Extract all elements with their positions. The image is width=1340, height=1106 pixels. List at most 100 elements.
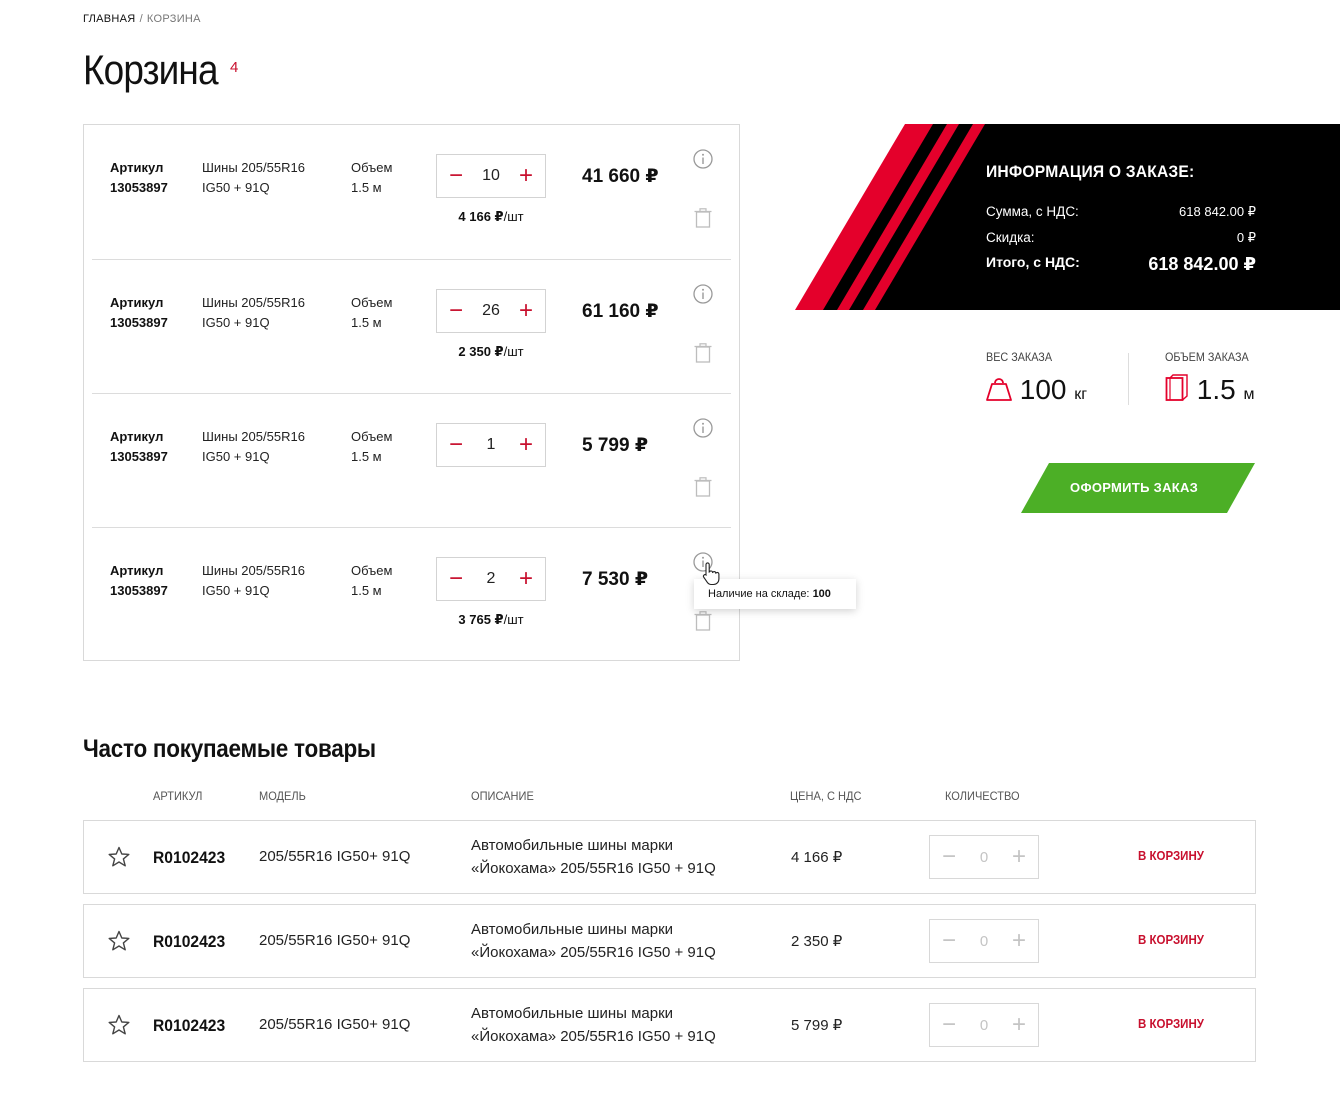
order-discount-row: Скидка: 0 ₽ [986, 230, 1256, 245]
product-price: 4 166 ₽ [791, 849, 843, 866]
item-volume: Объем 1.5 м [351, 295, 393, 330]
chevron-right-icon [1021, 463, 1029, 475]
checkout-label: ОФОРМИТЬ ЗАКАЗ [1070, 480, 1199, 495]
bag-weight-icon [986, 378, 1012, 401]
item-volume: Объем 1.5 м [351, 563, 393, 598]
header-quantity: КОЛИЧЕСТВО [945, 789, 1020, 803]
unit-price: 3 765 ₽/шт [458, 612, 524, 627]
minus-icon[interactable]: − [940, 845, 958, 869]
table-row: R0102423 205/55R16 IG50+ 91Q Автомобильн… [83, 988, 1256, 1062]
plus-icon[interactable]: + [1010, 845, 1028, 869]
minus-icon[interactable]: − [940, 1013, 958, 1037]
breadcrumb-current: КОРЗИНА [146, 13, 201, 25]
header-article: АРТИКУЛ [153, 789, 203, 803]
plus-icon[interactable]: + [517, 567, 535, 591]
quantity-value[interactable]: 26 [482, 302, 500, 320]
item-total: 41 660 ₽ [582, 166, 659, 187]
cart-item: Артикул 13053897 Шины 205/55R16 IG50 + 91Q… [92, 393, 731, 527]
order-volume-label: ОБЪЕМ ЗАКАЗА [1165, 350, 1249, 364]
order-sum-row: Сумма, с НДС: 618 842.00 ₽ [986, 204, 1256, 219]
item-name: Шины 205/55R16 IG50 + 91Q [202, 429, 305, 464]
plus-icon[interactable]: + [1010, 929, 1028, 953]
product-article: R0102423 [153, 932, 226, 951]
header-price: ЦЕНА, С НДС [790, 789, 862, 803]
breadcrumb: ГЛАВНАЯ / КОРЗИНА [83, 13, 201, 25]
item-article: Артикул 13053897 [110, 563, 168, 598]
page-title: Корзина [83, 46, 219, 93]
item-article: Артикул 13053897 [110, 160, 168, 195]
star-icon[interactable] [108, 930, 130, 952]
product-article: R0102423 [153, 1016, 226, 1035]
cart-item: Артикул 13053897 Шины 205/55R16 IG50 + 91Q… [92, 527, 731, 661]
info-icon[interactable] [693, 418, 713, 438]
pointer-cursor-icon [702, 562, 720, 586]
trash-icon[interactable] [694, 477, 712, 497]
item-volume: Объем 1.5 м [351, 160, 393, 195]
item-article: Артикул 13053897 [110, 295, 168, 330]
product-description: Автомобильные шины марки «Йокохама» 205/5… [471, 837, 716, 877]
minus-icon[interactable]: − [447, 299, 465, 323]
info-icon[interactable] [693, 149, 713, 169]
breadcrumb-separator: / [139, 13, 143, 25]
product-model: 205/55R16 IG50+ 91Q [259, 932, 411, 949]
order-weight-value: 100 [1019, 374, 1067, 405]
star-icon[interactable] [108, 846, 130, 868]
header-model: МОДЕЛЬ [259, 789, 306, 803]
trash-icon[interactable] [694, 611, 712, 631]
add-to-cart-button[interactable]: В КОРЗИНУ [1138, 1017, 1204, 1031]
minus-icon[interactable]: − [447, 164, 465, 188]
quantity-value[interactable]: 0 [980, 933, 988, 950]
item-volume: Объем 1.5 м [351, 429, 393, 464]
unit-price: 4 166 ₽/шт [458, 209, 524, 224]
product-model: 205/55R16 IG50+ 91Q [259, 848, 411, 865]
quantity-stepper: − 0 + [929, 835, 1039, 879]
item-name: Шины 205/55R16 IG50 + 91Q [202, 563, 305, 598]
order-stats: ВЕС ЗАКАЗА 100 кг ОБЪЕМ ЗАКАЗА 1.5 м [986, 350, 1256, 410]
order-info-title: ИНФОРМАЦИЯ О ЗАКАЗЕ: [986, 162, 1195, 181]
checkout-button[interactable]: ОФОРМИТЬ ЗАКАЗ [1021, 463, 1255, 513]
minus-icon[interactable]: − [940, 929, 958, 953]
item-name: Шины 205/55R16 IG50 + 91Q [202, 295, 305, 330]
stats-divider [1128, 353, 1129, 405]
order-volume-value: 1.5 [1196, 374, 1236, 405]
quantity-value[interactable]: 2 [487, 570, 496, 588]
product-model: 205/55R16 IG50+ 91Q [259, 1016, 411, 1033]
item-total: 5 799 ₽ [582, 435, 649, 456]
plus-icon[interactable]: + [517, 433, 535, 457]
info-icon[interactable] [693, 284, 713, 304]
order-info-panel: ИНФОРМАЦИЯ О ЗАКАЗЕ: Сумма, с НДС: 618 84… [795, 124, 1340, 310]
trash-icon[interactable] [694, 208, 712, 228]
header-description: ОПИСАНИЕ [471, 789, 534, 803]
quantity-value[interactable]: 1 [487, 436, 496, 454]
minus-icon[interactable]: − [447, 567, 465, 591]
quantity-value[interactable]: 0 [980, 849, 988, 866]
order-weight: ВЕС ЗАКАЗА 100 кг [986, 350, 1087, 405]
quantity-stepper: − 10 + [436, 154, 546, 198]
plus-icon[interactable]: + [1010, 1013, 1028, 1037]
breadcrumb-home-link[interactable]: ГЛАВНАЯ [83, 13, 136, 25]
plus-icon[interactable]: + [517, 164, 535, 188]
minus-icon[interactable]: − [447, 433, 465, 457]
quantity-value[interactable]: 10 [482, 167, 500, 185]
quantity-value[interactable]: 0 [980, 1017, 988, 1034]
add-to-cart-button[interactable]: В КОРЗИНУ [1138, 933, 1204, 947]
cart-item: Артикул 13053897 Шины 205/55R16 IG50 + 91Q… [92, 259, 731, 393]
quantity-stepper: − 1 + [436, 423, 546, 467]
product-description: Автомобильные шины марки «Йокохама» 205/5… [471, 921, 716, 961]
order-volume: ОБЪЕМ ЗАКАЗА 1.5 м [1165, 350, 1258, 405]
product-description: Автомобильные шины марки «Йокохама» 205/5… [471, 1005, 716, 1045]
product-price: 5 799 ₽ [791, 1017, 843, 1034]
order-weight-unit: кг [1074, 386, 1088, 403]
unit-price: 2 350 ₽/шт [458, 344, 524, 359]
product-article: R0102423 [153, 848, 226, 867]
cart-item: Артикул 13053897 Шины 205/55R16 IG50 + 91Q… [92, 125, 731, 259]
add-to-cart-button[interactable]: В КОРЗИНУ [1138, 849, 1204, 863]
popular-title: Часто покупаемые товары [83, 735, 376, 763]
quantity-stepper: − 0 + [929, 1003, 1039, 1047]
star-icon[interactable] [108, 1014, 130, 1036]
plus-icon[interactable]: + [517, 299, 535, 323]
trash-icon[interactable] [694, 343, 712, 363]
item-total: 7 530 ₽ [582, 569, 649, 590]
order-volume-unit: м [1243, 386, 1255, 403]
quantity-stepper: − 2 + [436, 557, 546, 601]
